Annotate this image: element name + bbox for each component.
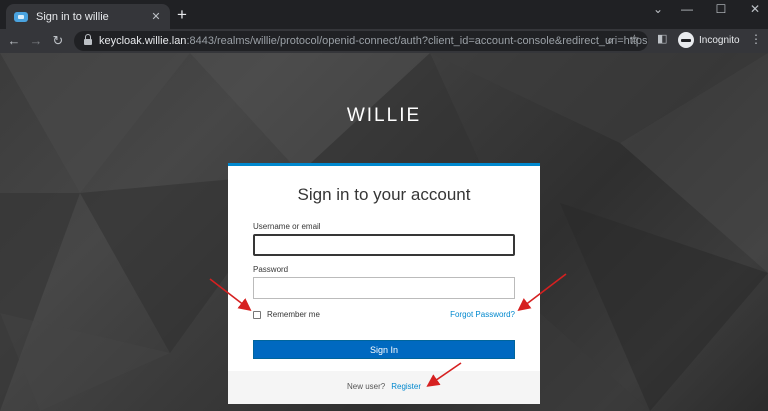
tab-title: Sign in to willie: [36, 10, 109, 23]
username-input[interactable]: [253, 234, 515, 256]
remember-me[interactable]: Remember me: [253, 310, 320, 319]
side-panel-icon[interactable]: ◧: [657, 32, 667, 45]
remember-me-checkbox[interactable]: [253, 310, 261, 319]
realm-name: WILLIE: [346, 105, 422, 126]
tab-close-icon[interactable]: ✕: [150, 10, 162, 23]
registration-footer: New user? Register: [228, 371, 540, 404]
incognito-label: Incognito: [699, 34, 740, 46]
zoom-icon[interactable]: ⌕: [607, 33, 614, 48]
username-label: Username or email: [253, 222, 321, 231]
incognito-badge[interactable]: Incognito: [678, 32, 740, 48]
bookmark-star-icon[interactable]: ☆: [629, 32, 640, 46]
browser-toolbar: ← → ↻ keycloak.willie.lan:8443/realms/wi…: [0, 29, 768, 53]
new-tab-button[interactable]: +: [177, 6, 187, 23]
back-icon[interactable]: ←: [6, 32, 22, 50]
page-content: WILLIE Sign in to your account Username …: [0, 53, 768, 411]
tab-strip: Sign in to willie ✕ + ⌄ — ☐ ✕: [0, 0, 768, 29]
url-text: keycloak.willie.lan:8443/realms/willie/p…: [99, 35, 648, 47]
keycloak-favicon-icon: [14, 11, 28, 22]
lock-icon[interactable]: [84, 34, 92, 45]
password-label: Password: [253, 265, 289, 274]
close-window-button[interactable]: ✕: [745, 2, 765, 16]
incognito-icon: [678, 32, 694, 48]
menu-icon[interactable]: ⋮: [750, 32, 762, 46]
url-host: keycloak.willie.lan: [99, 35, 187, 47]
address-bar[interactable]: keycloak.willie.lan:8443/realms/willie/p…: [74, 31, 648, 51]
minimize-button[interactable]: —: [677, 2, 697, 16]
remember-me-label: Remember me: [267, 310, 320, 319]
new-user-text: New user?: [346, 382, 386, 391]
login-card: Sign in to your account Username or emai…: [228, 163, 540, 404]
forgot-password-link[interactable]: Forgot Password?: [450, 310, 515, 319]
login-title: Sign in to your account: [297, 185, 471, 204]
forward-icon[interactable]: →: [28, 32, 44, 50]
url-path: :8443/realms/willie/protocol/openid-conn…: [186, 35, 648, 47]
password-input[interactable]: [253, 277, 515, 299]
tab-sign-in[interactable]: Sign in to willie ✕: [6, 4, 170, 29]
register-link[interactable]: Register: [391, 382, 421, 391]
sign-in-button[interactable]: Sign In: [253, 340, 515, 359]
tab-search-icon[interactable]: ⌄: [648, 2, 668, 16]
reload-icon[interactable]: ↻: [50, 32, 66, 50]
maximize-button[interactable]: ☐: [711, 2, 731, 16]
